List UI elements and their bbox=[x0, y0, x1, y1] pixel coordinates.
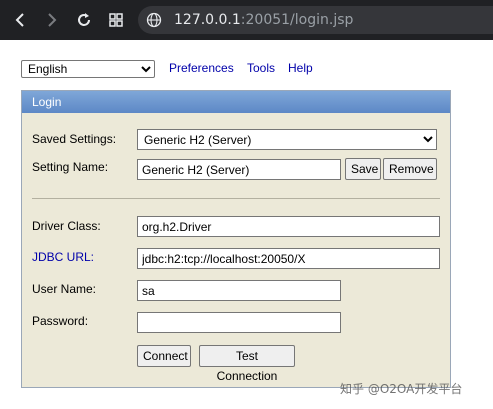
setting-name-input[interactable] bbox=[137, 159, 341, 180]
password-input[interactable] bbox=[137, 312, 341, 333]
saved-settings-label: Saved Settings: bbox=[32, 132, 117, 146]
divider bbox=[32, 198, 440, 199]
user-name-input[interactable] bbox=[137, 280, 341, 301]
globe-icon bbox=[146, 12, 162, 28]
forward-arrow-icon[interactable] bbox=[40, 8, 64, 32]
back-arrow-icon[interactable] bbox=[8, 8, 32, 32]
jdbc-url-label[interactable]: JDBC URL: bbox=[32, 250, 94, 264]
login-panel: Login Saved Settings: Generic H2 (Server… bbox=[21, 90, 451, 388]
driver-class-label: Driver Class: bbox=[32, 219, 101, 233]
url-host: 127.0.0.1 bbox=[174, 12, 241, 28]
password-label: Password: bbox=[32, 314, 89, 328]
saved-settings-select[interactable]: Generic H2 (Server) bbox=[137, 129, 437, 150]
tools-link[interactable]: Tools bbox=[247, 61, 275, 75]
preferences-link[interactable]: Preferences bbox=[169, 61, 234, 75]
jdbc-url-input[interactable] bbox=[137, 248, 440, 269]
remove-button[interactable]: Remove bbox=[383, 158, 437, 180]
help-link[interactable]: Help bbox=[288, 61, 313, 75]
setting-name-label: Setting Name: bbox=[32, 160, 109, 174]
url-text: 127.0.0.1:20051/login.jsp bbox=[174, 11, 353, 29]
address-bar[interactable]: 127.0.0.1:20051/login.jsp bbox=[138, 6, 493, 34]
user-name-label: User Name: bbox=[32, 282, 97, 296]
url-path: :20051/login.jsp bbox=[240, 12, 354, 28]
driver-class-input[interactable] bbox=[137, 216, 440, 237]
login-panel-title: Login bbox=[22, 91, 450, 113]
connect-button[interactable]: Connect bbox=[137, 345, 191, 367]
apps-grid-icon[interactable] bbox=[104, 8, 128, 32]
watermark-text: 知乎 @O2OA开发平台 bbox=[340, 382, 463, 396]
save-button[interactable]: Save bbox=[345, 158, 381, 180]
browser-toolbar: 127.0.0.1:20051/login.jsp bbox=[0, 0, 493, 40]
language-select[interactable]: English bbox=[21, 60, 155, 78]
reload-icon[interactable] bbox=[72, 8, 96, 32]
test-connection-button[interactable]: Test Connection bbox=[199, 345, 295, 383]
